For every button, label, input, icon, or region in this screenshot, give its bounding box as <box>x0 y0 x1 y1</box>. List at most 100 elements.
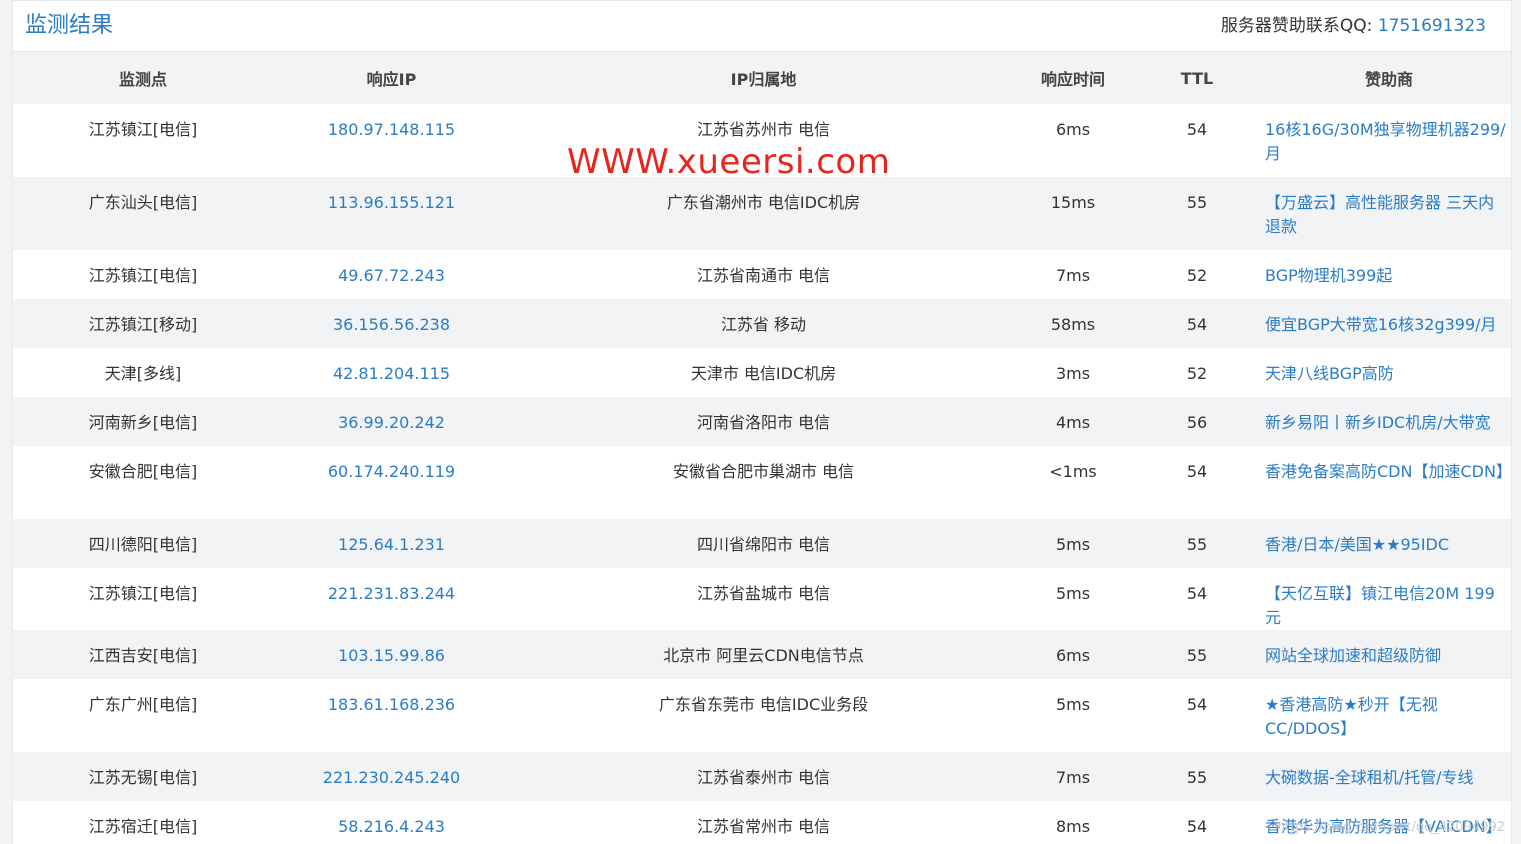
cell-ttl: 54 <box>1186 120 1208 139</box>
table-row: 广东汕头[电信] 113.96.155.121 广东省潮州市 电信IDC机房 1… <box>13 177 1511 250</box>
cell-sponsor-link[interactable]: 香港免备案高防CDN【加速CDN】 <box>1265 446 1511 519</box>
cell-time: 6ms <box>1055 120 1091 139</box>
table-row: 江苏镇江[电信] 221.231.83.244 江苏省盐城市 电信 5ms 54… <box>13 568 1511 630</box>
cell-sponsor-link[interactable]: ★香港高防★秒开【无视CC/DDOS】 <box>1265 679 1511 752</box>
csdn-watermark: https://blog.csdn.net/qq_42094992 <box>1276 820 1505 835</box>
table-row: 天津[多线] 42.81.204.115 天津市 电信IDC机房 3ms 52 … <box>13 348 1511 397</box>
cell-time: <1ms <box>1049 462 1097 481</box>
cell-sponsor-link[interactable]: 便宜BGP大带宽16核32g399/月 <box>1265 299 1511 348</box>
cell-location: 广东省东莞市 电信IDC业务段 <box>658 695 869 714</box>
cell-ttl: 54 <box>1186 462 1208 481</box>
cell-ip-link[interactable]: 183.61.168.236 <box>273 679 510 752</box>
cell-point: 江苏镇江[电信] <box>88 120 198 139</box>
cell-point: 江苏镇江[电信] <box>88 266 198 285</box>
cell-location: 江苏省南通市 电信 <box>696 266 831 285</box>
cell-ip-link[interactable]: 49.67.72.243 <box>273 250 510 299</box>
cell-location: 四川省绵阳市 电信 <box>510 519 1017 568</box>
contact-qq-number[interactable]: 1751691323 <box>1378 16 1486 36</box>
table-row: 河南新乡[电信] 36.99.20.242 河南省洛阳市 电信 4ms 56 新… <box>13 397 1511 446</box>
results-panel: 监测结果 服务器赞助联系QQ: 1751691323 监测点 响应IP IP归属… <box>12 0 1512 844</box>
cell-ip-link[interactable]: 58.216.4.243 <box>273 801 510 844</box>
page-title: 监测结果 <box>25 13 114 38</box>
cell-point: 广东广州[电信] <box>88 695 198 714</box>
cell-sponsor-link[interactable]: 天津八线BGP高防 <box>1265 348 1511 397</box>
cell-ttl: 56 <box>1129 397 1265 446</box>
cell-ip-link[interactable]: 180.97.148.115 <box>273 104 510 177</box>
table-row: 江苏无锡[电信] 221.230.245.240 江苏省泰州市 电信 7ms 5… <box>13 752 1511 801</box>
cell-location: 江苏省盐城市 电信 <box>696 584 831 603</box>
cell-point: 江苏镇江[移动] <box>13 299 273 348</box>
cell-sponsor-link[interactable]: 16核16G/30M独享物理机器299/月 <box>1265 104 1511 177</box>
table-row: 江苏镇江[移动] 36.156.56.238 江苏省 移动 58ms 54 便宜… <box>13 299 1511 348</box>
cell-time: 5ms <box>1017 519 1129 568</box>
cell-location: 天津市 电信IDC机房 <box>690 364 837 383</box>
cell-time: 7ms <box>1055 266 1091 285</box>
cell-ttl: 55 <box>1129 752 1265 801</box>
cell-ip-link[interactable]: 103.15.99.86 <box>273 630 510 679</box>
cell-sponsor-link[interactable]: 【万盛云】高性能服务器 三天内退款 <box>1265 177 1511 250</box>
table-row: 江西吉安[电信] 103.15.99.86 北京市 阿里云CDN电信节点 6ms… <box>13 630 1511 679</box>
column-header-point: 监测点 <box>13 52 273 104</box>
sponsor-contact: 服务器赞助联系QQ: 1751691323 <box>1221 15 1486 37</box>
table-header-row: 监测点 响应IP IP归属地 响应时间 TTL 赞助商 <box>13 52 1511 104</box>
cell-location: 广东省潮州市 电信IDC机房 <box>510 177 1017 250</box>
cell-location: 河南省洛阳市 电信 <box>510 397 1017 446</box>
cell-time: 5ms <box>1055 584 1091 603</box>
cell-location: 北京市 阿里云CDN电信节点 <box>510 630 1017 679</box>
cell-sponsor-link[interactable]: 【天亿互联】镇江电信20M 199元 <box>1265 568 1511 630</box>
cell-sponsor-link[interactable]: 香港/日本/美国★★95IDC <box>1265 519 1511 568</box>
cell-point: 江苏宿迁[电信] <box>88 817 198 836</box>
cell-ttl: 54 <box>1129 299 1265 348</box>
cell-ip-link[interactable]: 221.230.245.240 <box>273 752 510 801</box>
cell-ttl: 55 <box>1129 630 1265 679</box>
cell-point: 江苏无锡[电信] <box>13 752 273 801</box>
cell-time: 58ms <box>1017 299 1129 348</box>
cell-time: 4ms <box>1017 397 1129 446</box>
site-watermark: WWW.xueersi.com <box>567 142 891 182</box>
cell-ttl: 54 <box>1186 695 1208 714</box>
cell-point: 天津[多线] <box>104 364 182 383</box>
table-row: 四川德阳[电信] 125.64.1.231 四川省绵阳市 电信 5ms 55 香… <box>13 519 1511 568</box>
cell-location: 安徽省合肥市巢湖市 电信 <box>672 462 855 481</box>
cell-sponsor-link[interactable]: 新乡易阳丨新乡IDC机房/大带宽 <box>1265 397 1511 446</box>
cell-location: 江苏省常州市 电信 <box>696 817 831 836</box>
cell-time: 5ms <box>1055 695 1091 714</box>
cell-point: 江西吉安[电信] <box>13 630 273 679</box>
cell-point: 江苏镇江[电信] <box>88 584 198 603</box>
table-row: 广东广州[电信] 183.61.168.236 广东省东莞市 电信IDC业务段 … <box>13 679 1511 752</box>
cell-ip-link[interactable]: 125.64.1.231 <box>273 519 510 568</box>
column-header-location: IP归属地 <box>510 52 1017 104</box>
cell-ip-link[interactable]: 60.174.240.119 <box>273 446 510 519</box>
cell-time: 3ms <box>1055 364 1091 383</box>
table-row: 江苏镇江[电信] 49.67.72.243 江苏省南通市 电信 7ms 52 B… <box>13 250 1511 299</box>
column-header-ip: 响应IP <box>273 52 510 104</box>
cell-time: 7ms <box>1017 752 1129 801</box>
cell-ip-link[interactable]: 113.96.155.121 <box>273 177 510 250</box>
cell-ip-link[interactable]: 221.231.83.244 <box>273 568 510 630</box>
column-header-time: 响应时间 <box>1017 52 1129 104</box>
cell-time: 6ms <box>1017 630 1129 679</box>
cell-location: 江苏省泰州市 电信 <box>510 752 1017 801</box>
cell-point: 安徽合肥[电信] <box>88 462 198 481</box>
cell-ip-link[interactable]: 36.99.20.242 <box>273 397 510 446</box>
cell-sponsor-link[interactable]: 大碗数据-全球租机/托管/专线 <box>1265 752 1511 801</box>
cell-time: 8ms <box>1055 817 1091 836</box>
cell-location: 江苏省 移动 <box>510 299 1017 348</box>
cell-point: 四川德阳[电信] <box>13 519 273 568</box>
contact-label: 服务器赞助联系QQ: <box>1220 16 1373 36</box>
cell-sponsor-link[interactable]: BGP物理机399起 <box>1265 250 1511 299</box>
cell-point: 河南新乡[电信] <box>13 397 273 446</box>
cell-ttl: 55 <box>1129 177 1265 250</box>
table-row: 安徽合肥[电信] 60.174.240.119 安徽省合肥市巢湖市 电信 <1m… <box>13 446 1511 519</box>
cell-ip-link[interactable]: 42.81.204.115 <box>273 348 510 397</box>
cell-ttl: 52 <box>1186 266 1208 285</box>
cell-ttl: 54 <box>1186 584 1208 603</box>
cell-sponsor-link[interactable]: 网站全球加速和超级防御 <box>1265 630 1511 679</box>
cell-point: 广东汕头[电信] <box>13 177 273 250</box>
panel-header: 监测结果 服务器赞助联系QQ: 1751691323 <box>13 0 1511 52</box>
column-header-sponsor: 赞助商 <box>1265 52 1511 104</box>
cell-ip-link[interactable]: 36.156.56.238 <box>273 299 510 348</box>
column-header-ttl: TTL <box>1129 52 1265 104</box>
cell-time: 15ms <box>1017 177 1129 250</box>
cell-ttl: 55 <box>1129 519 1265 568</box>
